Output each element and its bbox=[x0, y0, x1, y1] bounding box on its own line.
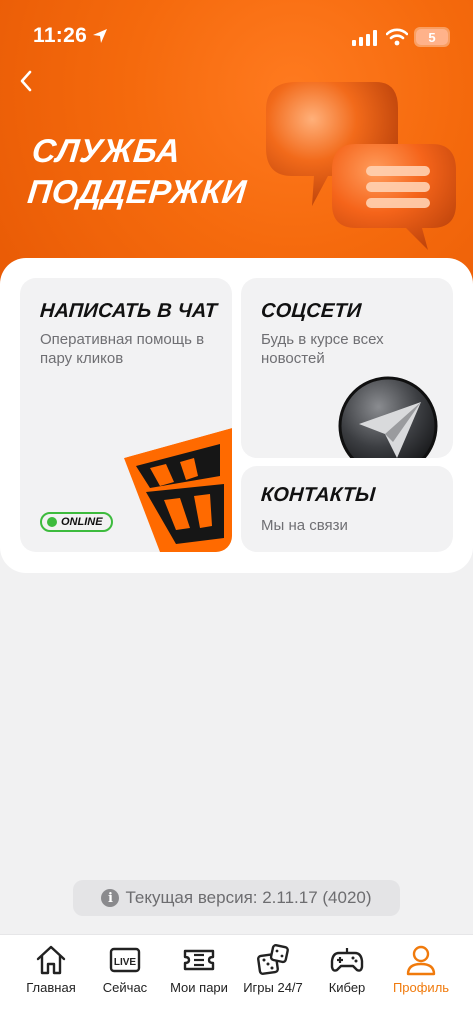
tab-profile[interactable]: Профиль bbox=[382, 943, 460, 999]
tab-my-bets[interactable]: Мои пари bbox=[160, 943, 238, 999]
live-icon: LIVE bbox=[109, 947, 141, 973]
chevron-left-icon[interactable] bbox=[14, 66, 40, 96]
telegram-icon bbox=[338, 376, 438, 458]
online-dot-icon bbox=[47, 517, 57, 527]
home-icon bbox=[36, 945, 66, 975]
chat-card-subtitle: Оперативная помощь в пару кликов bbox=[40, 331, 205, 367]
battery-level: 5 bbox=[416, 29, 448, 45]
tab-cyber[interactable]: Кибер bbox=[308, 943, 386, 999]
app-version-text: Текущая версия: 2.11.17 (4020) bbox=[125, 888, 372, 907]
tab-games-label: Игры 24/7 bbox=[243, 980, 303, 995]
tab-home-label: Главная bbox=[26, 980, 76, 995]
svg-text:LIVE: LIVE bbox=[114, 957, 137, 968]
app-version-pill: i Текущая версия: 2.11.17 (4020) bbox=[73, 880, 400, 916]
info-icon: i bbox=[101, 889, 120, 907]
write-to-chat-card[interactable]: НАПИСАТЬ В ЧАТ Оперативная помощь в пару… bbox=[20, 278, 232, 552]
page-title: СЛУЖБА ПОДДЕРЖКИ bbox=[25, 132, 249, 210]
dice-icon bbox=[257, 944, 289, 975]
status-time: 11:26 bbox=[33, 24, 88, 47]
tab-games[interactable]: Игры 24/7 bbox=[234, 943, 312, 999]
online-label: ONLINE bbox=[61, 516, 103, 528]
social-card-title: СОЦСЕТИ bbox=[260, 300, 363, 322]
contacts-card-subtitle: Мы на связи bbox=[261, 517, 348, 534]
cellular-signal-icon bbox=[352, 30, 377, 46]
tab-live-label: Сейчас bbox=[102, 980, 148, 995]
ticket-icon bbox=[183, 949, 215, 971]
location-arrow-icon bbox=[93, 29, 107, 43]
chat-card-title: НАПИСАТЬ В ЧАТ bbox=[39, 300, 218, 322]
status-bar: 11:26 5 bbox=[0, 0, 473, 56]
contacts-card-title: КОНТАКТЫ bbox=[260, 484, 377, 506]
tab-home[interactable]: Главная bbox=[12, 943, 90, 999]
profile-icon bbox=[406, 945, 436, 976]
social-networks-card[interactable]: СОЦСЕТИ Будь в курсе всех новостей bbox=[241, 278, 453, 458]
wifi-icon bbox=[386, 28, 408, 46]
support-options-panel: НАПИСАТЬ В ЧАТ Оперативная помощь в пару… bbox=[0, 258, 473, 573]
social-card-subtitle: Будь в курсе всех новостей bbox=[261, 331, 384, 367]
battery-indicator: 5 bbox=[414, 27, 450, 47]
tab-cyber-label: Кибер bbox=[328, 980, 366, 995]
brand-logo-art bbox=[120, 418, 232, 552]
tab-profile-label: Профиль bbox=[392, 980, 450, 995]
tab-my-bets-label: Мои пари bbox=[170, 980, 228, 995]
support-header: 11:26 5 СЛУЖБА ПОДДЕРЖКИ bbox=[0, 0, 473, 300]
bottom-tab-bar: Главная LIVE Сейчас Мои пари Игры 24/7 К… bbox=[0, 934, 473, 1024]
contacts-card[interactable]: КОНТАКТЫ Мы на связи bbox=[241, 466, 453, 552]
online-status-badge: ONLINE bbox=[40, 512, 113, 532]
tab-live[interactable]: LIVE Сейчас bbox=[86, 943, 164, 999]
chat-bubbles-icon bbox=[266, 82, 456, 250]
gamepad-icon bbox=[330, 948, 364, 972]
